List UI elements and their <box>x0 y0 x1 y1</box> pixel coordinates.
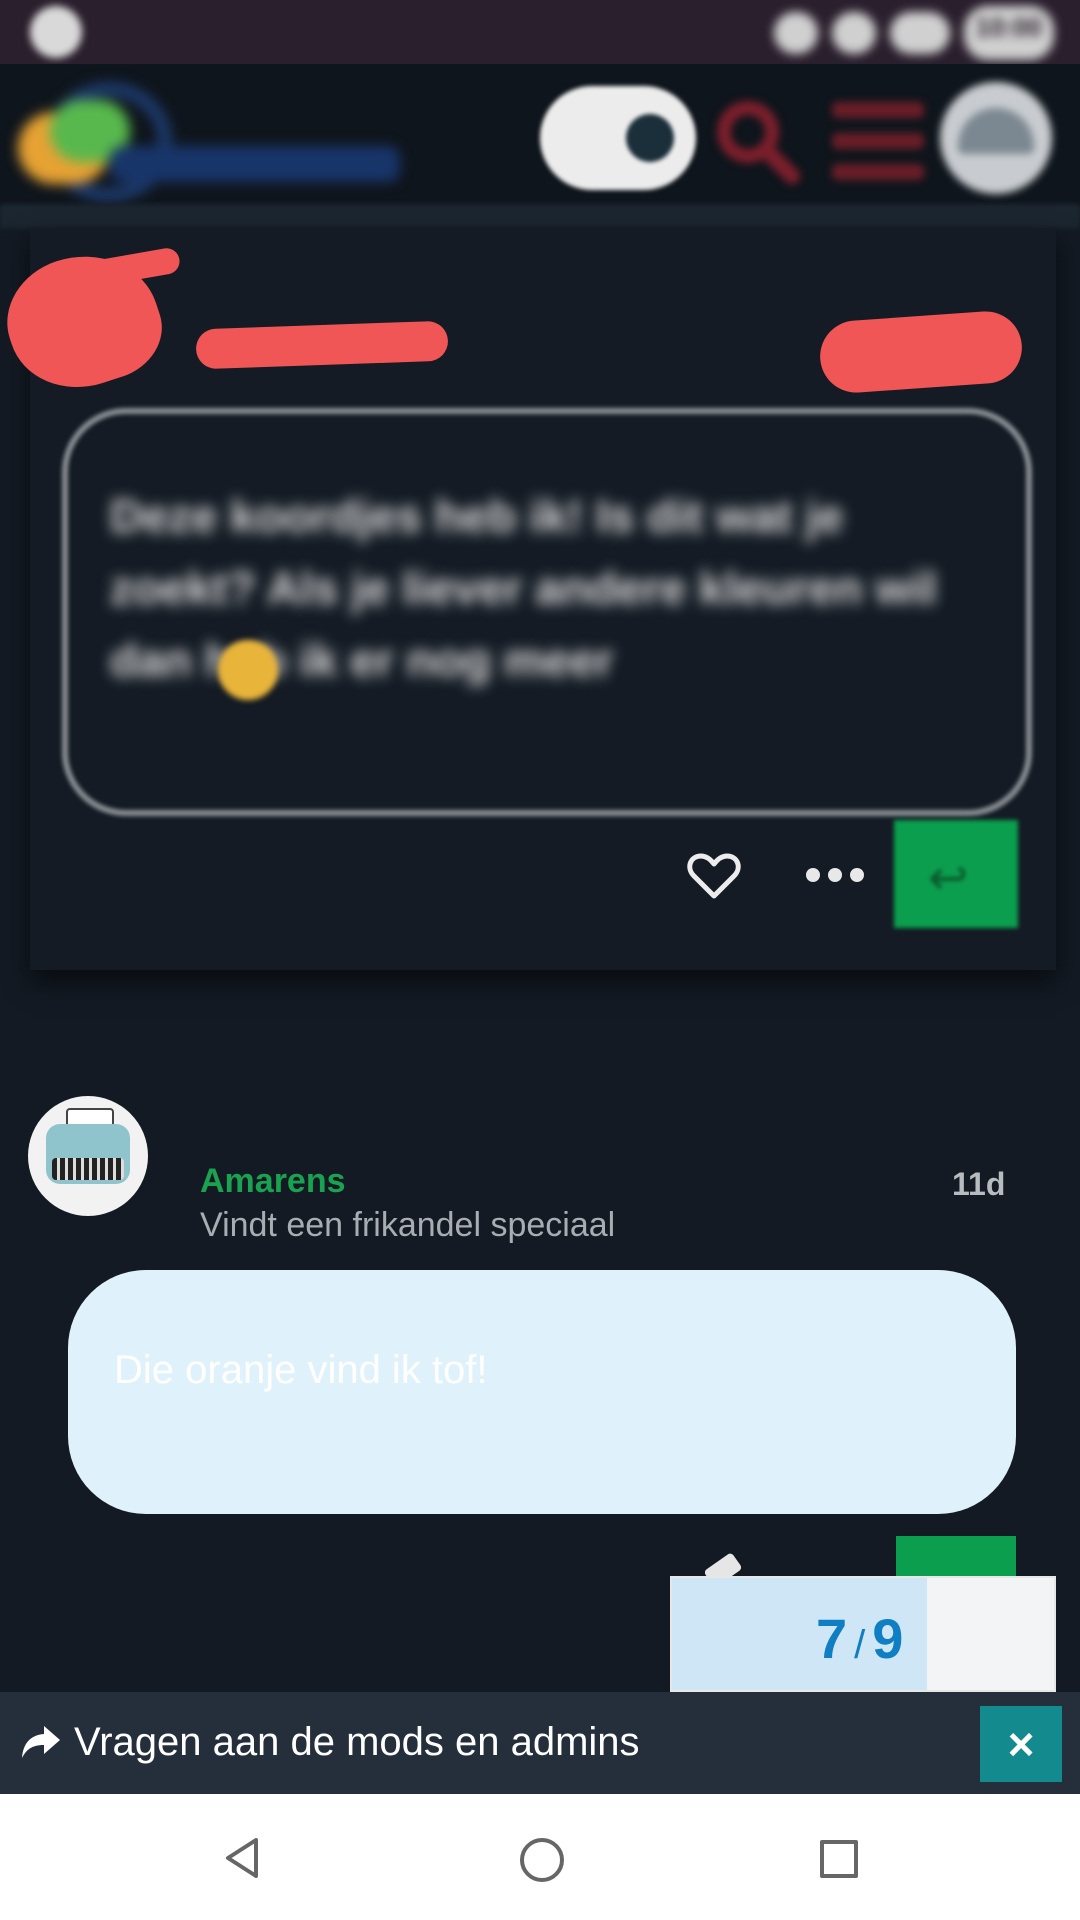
post-body-bubble: Die oranje vind ik tof! <box>68 1270 1016 1514</box>
share-arrow-icon <box>22 1726 60 1758</box>
home-circle-icon[interactable] <box>520 1838 564 1882</box>
status-time: 10:00 <box>963 6 1054 60</box>
post-username[interactable]: Amarens <box>200 1162 346 1201</box>
forum-logo[interactable] <box>16 82 400 202</box>
hamburger-menu-icon[interactable] <box>832 102 924 180</box>
status-bar: 10:00 <box>0 0 1080 64</box>
current-post-number: 7 <box>816 1607 849 1670</box>
back-triangle-icon[interactable] <box>222 1836 262 1880</box>
emoji-icon <box>218 640 278 700</box>
status-icons: 10:00 <box>773 6 1054 60</box>
topic-title[interactable]: Vragen aan de mods en admins <box>74 1720 640 1765</box>
counter-separator: / <box>854 1623 867 1667</box>
heart-icon[interactable] <box>686 850 742 902</box>
battery-icon <box>889 12 950 54</box>
reply-icon: ↩ <box>928 852 969 905</box>
user-title: Vindt een frikandel speciaal <box>200 1206 616 1244</box>
avatar[interactable] <box>28 1096 148 1216</box>
user-avatar[interactable] <box>940 82 1052 194</box>
post-progress-counter[interactable]: 7/9 <box>670 1576 1056 1692</box>
post-age[interactable]: 11d <box>952 1166 1005 1203</box>
notification-dot-icon <box>30 6 82 58</box>
redacted-date <box>817 309 1025 395</box>
reply-button[interactable]: ↩ <box>894 820 1018 928</box>
search-icon[interactable] <box>712 96 802 186</box>
more-dots-icon[interactable] <box>806 858 864 892</box>
close-button[interactable]: × <box>980 1706 1062 1782</box>
reply-button[interactable] <box>896 1536 1016 1580</box>
total-post-number: 9 <box>872 1607 905 1670</box>
header-divider <box>0 204 1080 228</box>
signal-icon <box>773 12 818 54</box>
post-body-text: Die oranje vind ik tof! <box>114 1348 488 1392</box>
theme-toggle-switch[interactable] <box>540 86 696 190</box>
recents-square-icon[interactable] <box>820 1840 858 1878</box>
wifi-icon <box>831 12 876 54</box>
